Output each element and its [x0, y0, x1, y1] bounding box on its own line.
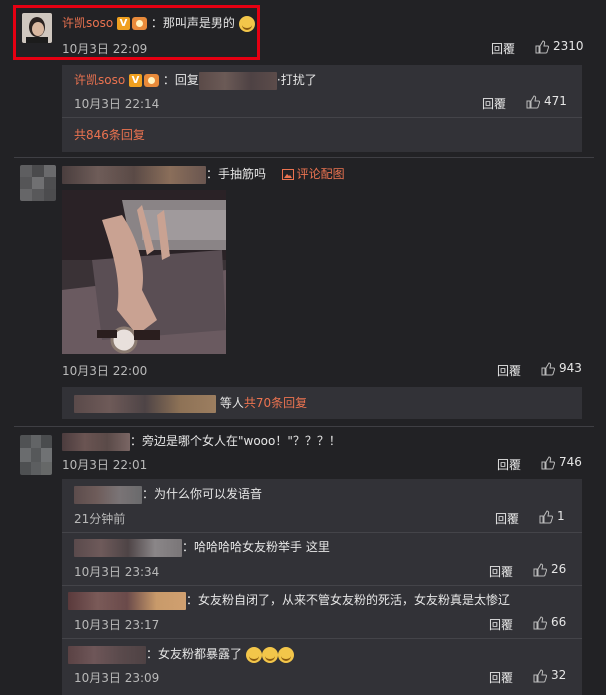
thumbs-up-icon: [541, 361, 555, 375]
comment-time: 10月3日 22:01: [62, 458, 148, 472]
member-badge-icon: [132, 17, 148, 30]
reply-button[interactable]: 回覆: [489, 669, 513, 686]
like-button[interactable]: 66: [533, 615, 566, 630]
summary-text: 等人: [219, 396, 244, 410]
thumbs-up-icon: [533, 615, 547, 629]
blurred-usernames: [74, 394, 216, 413]
thumbs-up-icon: [539, 509, 553, 523]
reply-button[interactable]: 回覆: [497, 456, 521, 473]
like-count: 26: [551, 562, 567, 576]
like-button[interactable]: 2310: [535, 39, 584, 54]
comment-image[interactable]: [62, 190, 226, 354]
thumbs-up-icon: [541, 455, 555, 469]
comment-text: ：那叫声是男的: [150, 16, 235, 30]
comment-time: 10月3日 22:09: [62, 42, 148, 56]
like-button[interactable]: 1: [539, 509, 565, 524]
blurred-username: [74, 538, 182, 557]
like-button[interactable]: 471: [526, 94, 567, 109]
verified-icon: V: [129, 74, 143, 87]
thumbs-up-icon: [533, 562, 547, 576]
like-count: 2310: [553, 39, 584, 53]
like-count: 943: [559, 361, 582, 375]
grin-emoji-icon: [277, 646, 294, 663]
reply-button[interactable]: 回覆: [497, 362, 521, 379]
reply-text: ：女友粉都暴露了: [146, 647, 243, 661]
comment-time: 10月3日 22:00: [62, 364, 148, 378]
reply-list: 许凯soso V ：回复 ·打扰了 10月3日 22:14 回覆 471 共846…: [62, 65, 582, 152]
like-count: 471: [544, 94, 567, 108]
divider: [14, 157, 594, 158]
username[interactable]: 许凯soso: [62, 16, 113, 30]
smirk-emoji-icon: [238, 15, 255, 32]
thumbs-up-icon: [533, 668, 547, 682]
blurred-username: [198, 71, 277, 90]
thumbs-up-icon: [535, 39, 549, 53]
avatar[interactable]: [22, 13, 52, 43]
reply-text-prefix: ：回复: [162, 73, 199, 87]
like-count: 1: [557, 509, 565, 523]
reply-button[interactable]: 回覆: [489, 563, 513, 580]
reply-button[interactable]: 回覆: [491, 40, 515, 57]
reply-time: 10月3日 23:09: [74, 671, 160, 685]
like-count: 32: [551, 668, 567, 682]
reply-count-link[interactable]: 共70条回复: [244, 396, 307, 410]
avatar[interactable]: [20, 165, 56, 201]
like-count: 66: [551, 615, 567, 629]
reply-button[interactable]: 回覆: [482, 95, 506, 112]
reply-time: 10月3日 22:14: [74, 97, 160, 111]
reply-text: ：哈哈哈哈女友粉举手 这里: [182, 540, 330, 554]
blurred-username: [74, 485, 142, 504]
reply-summary[interactable]: 等人共70条回复: [62, 387, 582, 419]
reply-list: ：为什么你可以发语音 21分钟前 回覆 1 ：哈哈哈哈女友粉举手 这里 10月3…: [62, 479, 582, 695]
like-button[interactable]: 26: [533, 562, 566, 577]
reply-button[interactable]: 回覆: [495, 510, 519, 527]
blurred-username: [68, 645, 146, 664]
thumbs-up-icon: [526, 94, 540, 108]
reply-username[interactable]: 许凯soso: [74, 73, 125, 87]
reply-text: ：为什么你可以发语音: [142, 487, 263, 501]
more-replies-link[interactable]: 共846条回复: [74, 126, 145, 143]
blurred-username: [68, 591, 186, 610]
like-button[interactable]: 746: [541, 455, 582, 470]
reply-button[interactable]: 回覆: [489, 616, 513, 633]
like-count: 746: [559, 455, 582, 469]
grin-emoji-icon: [245, 646, 262, 663]
avatar[interactable]: [20, 435, 52, 475]
reply-time: 21分钟前: [74, 512, 126, 526]
image-link[interactable]: 评论配图: [281, 167, 345, 181]
reply-text: ：女友粉自闭了，从来不管女友粉的死活，女友粉真是太惨辽: [186, 593, 511, 607]
divider: [14, 426, 594, 427]
image-icon: [281, 169, 294, 180]
reply-time: 10月3日 23:34: [74, 565, 160, 579]
like-button[interactable]: 943: [541, 361, 582, 376]
blurred-username: [62, 165, 206, 184]
blurred-username: [62, 432, 130, 451]
reply-time: 10月3日 23:17: [74, 618, 160, 632]
comment-text: ：手抽筋吗: [206, 167, 267, 181]
grin-emoji-icon: [261, 646, 278, 663]
member-badge-icon: [144, 74, 160, 87]
like-button[interactable]: 32: [533, 668, 566, 683]
verified-icon: V: [117, 17, 131, 30]
reply-text-suffix: ·打扰了: [276, 73, 317, 87]
comment-text: ：旁边是哪个女人在"wooo！"？？？！: [130, 434, 341, 448]
